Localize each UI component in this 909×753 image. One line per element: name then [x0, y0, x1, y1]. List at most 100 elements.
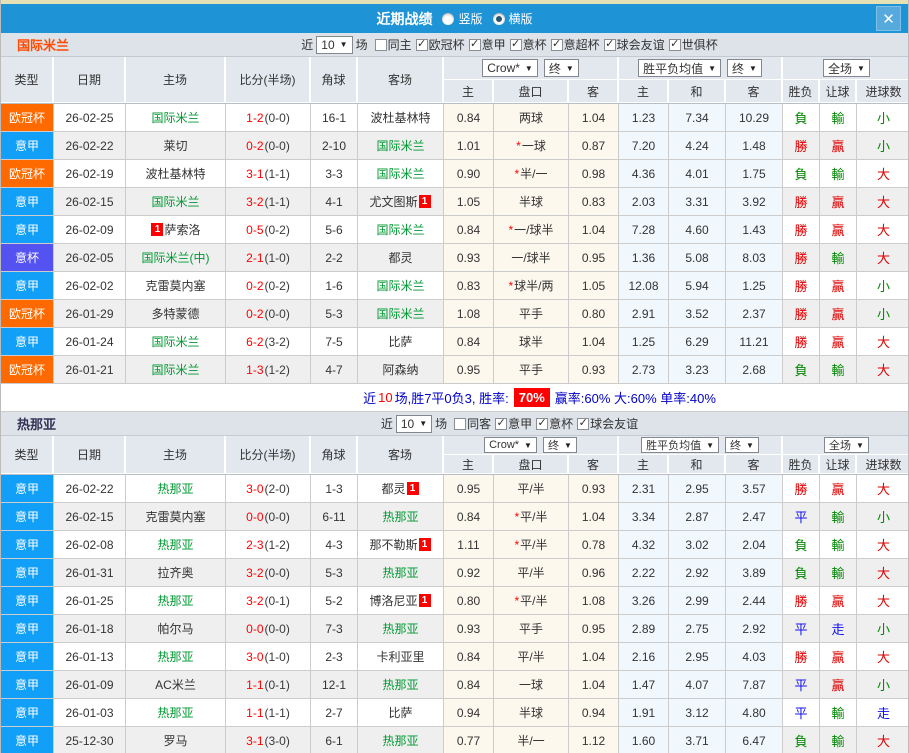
col-avg-win: 主 — [619, 455, 669, 474]
match-count-select[interactable]: 10▼ — [396, 415, 432, 433]
near-label: 近 — [301, 36, 313, 53]
avg-draw: 3.12 — [669, 699, 726, 727]
table-row: 意甲26-01-09AC米兰1-1(0-1)12-1热那亚0.84一球1.041… — [1, 671, 908, 699]
team-name: 那不勒斯 — [369, 536, 417, 553]
team-name-cell: 尤文图斯1 — [358, 188, 444, 216]
checkbox-球会友谊[interactable]: ✓球会友谊 — [604, 36, 665, 53]
red-card-badge: 1 — [419, 195, 431, 208]
odds-source-select[interactable]: Crow*▼ — [484, 437, 537, 453]
checkbox-checked-icon[interactable]: ✓ — [536, 418, 548, 430]
corner-count: 12-1 — [311, 671, 358, 699]
checkbox-checked-icon[interactable]: ✓ — [510, 39, 522, 51]
checkbox-世俱杯[interactable]: ✓世俱杯 — [669, 36, 718, 53]
checkbox-欧冠杯[interactable]: ✓欧冠杯 — [416, 36, 465, 53]
result-goals: 小 — [857, 272, 909, 300]
checkbox-checked-icon[interactable]: ✓ — [495, 418, 507, 430]
team-name-cell: 罗马 — [126, 727, 226, 753]
checkbox-意甲[interactable]: ✓意甲 — [495, 415, 532, 432]
table-row: 意甲26-02-091萨索洛0-5(0-2)5-6国际米兰0.84*一/球半1.… — [1, 216, 908, 244]
radio-vertical-layout[interactable]: 竖版 — [442, 10, 482, 27]
col-corner: 角球 — [311, 57, 358, 103]
radio-horizontal-label: 横版 — [509, 10, 533, 27]
avg-win: 1.60 — [619, 727, 669, 753]
team-name-cell: 克雷莫内塞 — [126, 272, 226, 300]
odds-away: 0.98 — [569, 160, 619, 188]
chevron-down-icon: ▼ — [749, 64, 757, 73]
checkbox-checked-icon[interactable]: ✓ — [604, 39, 616, 51]
checkbox-球会友谊[interactable]: ✓球会友谊 — [577, 415, 638, 432]
result-handicap: 輸 — [820, 503, 857, 531]
league-type-badge: 意甲 — [1, 475, 54, 503]
summary-segment: 赢率:60% 大:60% 单率:40% — [555, 388, 716, 407]
corner-count: 1-3 — [311, 475, 358, 503]
team-name: 热那亚 — [382, 564, 418, 581]
checkbox-意超杯[interactable]: ✓意超杯 — [551, 36, 600, 53]
checkbox-unchecked-icon[interactable] — [454, 418, 466, 430]
checkbox-checked-icon[interactable]: ✓ — [669, 39, 681, 51]
odds-final-select[interactable]: 终▼ — [544, 59, 579, 77]
checkbox-同主[interactable]: 同主 — [375, 36, 412, 53]
radio-circle-icon[interactable] — [442, 13, 454, 25]
checkbox-checked-icon[interactable]: ✓ — [416, 39, 428, 51]
checkbox-意杯[interactable]: ✓意杯 — [510, 36, 547, 53]
avg-draw: 3.02 — [669, 531, 726, 559]
match-count-select[interactable]: 10▼ — [316, 36, 352, 54]
handicap-text: 半/一 — [520, 165, 547, 182]
close-icon[interactable]: ✕ — [876, 6, 901, 31]
wdl-final-select[interactable]: 终▼ — [725, 437, 759, 453]
score-cell: 0-2(0-2) — [226, 272, 311, 300]
odds-home: 0.92 — [444, 559, 494, 587]
checkbox-checked-icon[interactable]: ✓ — [551, 39, 563, 51]
corner-count: 4-3 — [311, 531, 358, 559]
radio-circle-selected-icon[interactable] — [493, 13, 505, 25]
odds-home: 0.84 — [444, 671, 494, 699]
odds-away: 1.05 — [569, 272, 619, 300]
checkbox-unchecked-icon[interactable] — [375, 39, 387, 51]
handicap-line: 平/半 — [494, 559, 569, 587]
checkbox-同客[interactable]: 同客 — [454, 415, 491, 432]
league-type-badge: 意甲 — [1, 503, 54, 531]
col-odds-home: 主 — [444, 455, 494, 474]
checkbox-意杯[interactable]: ✓意杯 — [536, 415, 573, 432]
result-goals: 大 — [857, 188, 909, 216]
avg-lose: 1.75 — [726, 160, 783, 188]
halftime-score: (0-1) — [265, 678, 290, 692]
match-date: 26-01-24 — [54, 328, 126, 356]
team-name: 国际米兰 — [376, 165, 424, 182]
wdl-final-select[interactable]: 终▼ — [727, 59, 762, 77]
changed-line-star: * — [508, 223, 513, 237]
result-wdl: 平 — [783, 615, 820, 643]
fulltime-score: 2-3 — [246, 538, 263, 552]
halftime-score: (0-0) — [265, 566, 290, 580]
match-date: 26-01-09 — [54, 671, 126, 699]
halftime-score: (0-2) — [265, 279, 290, 293]
odds-final-select[interactable]: 终▼ — [543, 437, 577, 453]
wdl-avg-select[interactable]: 胜平负均值▼ — [638, 59, 721, 77]
chevron-down-icon: ▼ — [706, 441, 714, 450]
team-name-cell: 热那亚 — [358, 615, 444, 643]
checkbox-意甲[interactable]: ✓意甲 — [469, 36, 506, 53]
score-cell: 1-3(1-2) — [226, 356, 311, 384]
checkbox-checked-icon[interactable]: ✓ — [469, 39, 481, 51]
result-handicap: 輸 — [820, 727, 857, 753]
score-cell: 1-1(1-1) — [226, 699, 311, 727]
wdl-avg-select[interactable]: 胜平负均值▼ — [641, 437, 719, 453]
handicap-line: 一球 — [494, 671, 569, 699]
odds-home: 0.84 — [444, 216, 494, 244]
odds-source-select[interactable]: Crow*▼ — [482, 59, 538, 77]
corner-count: 5-3 — [311, 300, 358, 328]
fulltime-score: 3-2 — [246, 195, 263, 209]
halftime-score: (3-0) — [265, 734, 290, 748]
changed-line-star: * — [514, 594, 519, 608]
radio-horizontal-layout[interactable]: 横版 — [493, 10, 533, 27]
league-type-badge: 意甲 — [1, 531, 54, 559]
checkbox-checked-icon[interactable]: ✓ — [577, 418, 589, 430]
genoa-league-checkboxes: 同客✓意甲✓意杯✓球会友谊 — [450, 415, 638, 432]
result-handicap: 贏 — [820, 132, 857, 160]
fulltime-select[interactable]: 全场▼ — [824, 437, 869, 453]
score-cell: 3-2(0-0) — [226, 559, 311, 587]
match-date: 26-02-25 — [54, 104, 126, 132]
team-name-cell: 卡利亚里 — [358, 643, 444, 671]
fulltime-select[interactable]: 全场▼ — [823, 59, 870, 77]
halftime-score: (1-2) — [265, 538, 290, 552]
